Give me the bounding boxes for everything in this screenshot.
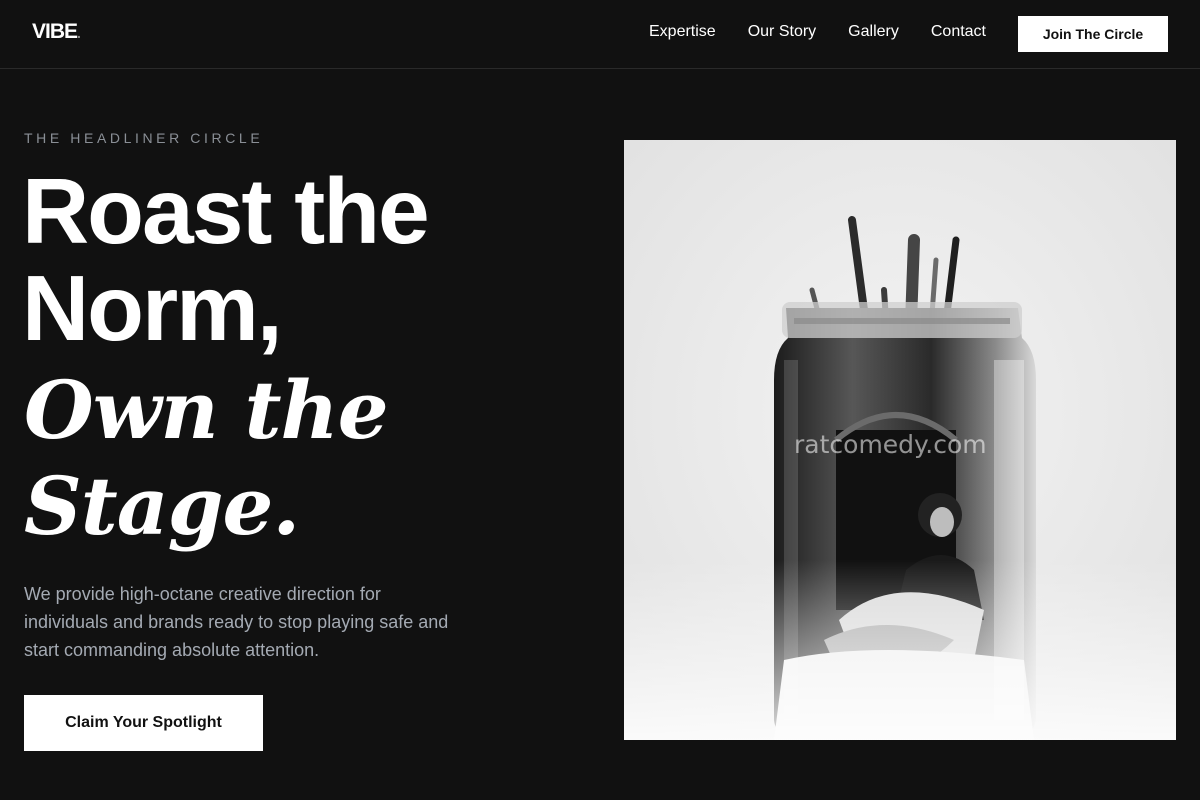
headline-sans-part: Roast the Norm, [22, 163, 582, 357]
join-circle-button[interactable]: Join The Circle [1018, 16, 1168, 52]
headline-line-2: Norm, [22, 256, 283, 360]
brand-logo-dot: . [77, 25, 81, 41]
image-watermark: ratcomedy.com [794, 430, 987, 459]
nav-link-contact[interactable]: Contact [931, 23, 986, 41]
brand-logo[interactable]: VIBE. [32, 20, 81, 44]
hero-eyebrow: THE HEADLINER CIRCLE [24, 130, 264, 146]
claim-spotlight-button[interactable]: Claim Your Spotlight [24, 695, 263, 751]
main-nav: Expertise Our Story Gallery Contact [649, 23, 986, 41]
headline-serif-part: Own the Stage. [24, 362, 584, 554]
nav-link-gallery[interactable]: Gallery [848, 23, 899, 41]
brand-logo-text: VIBE [32, 20, 78, 43]
headline-line-3: Own the [24, 363, 389, 457]
headline-line-4: Stage. [24, 459, 300, 553]
headline-line-1: Roast the [22, 159, 430, 263]
hero-photo: ratcomedy.com [624, 140, 1176, 740]
top-navbar: VIBE. Expertise Our Story Gallery Contac… [0, 0, 1200, 69]
nav-link-our-story[interactable]: Our Story [748, 23, 816, 41]
hero-description: We provide high-octane creative directio… [24, 584, 449, 660]
nav-link-expertise[interactable]: Expertise [649, 23, 716, 41]
